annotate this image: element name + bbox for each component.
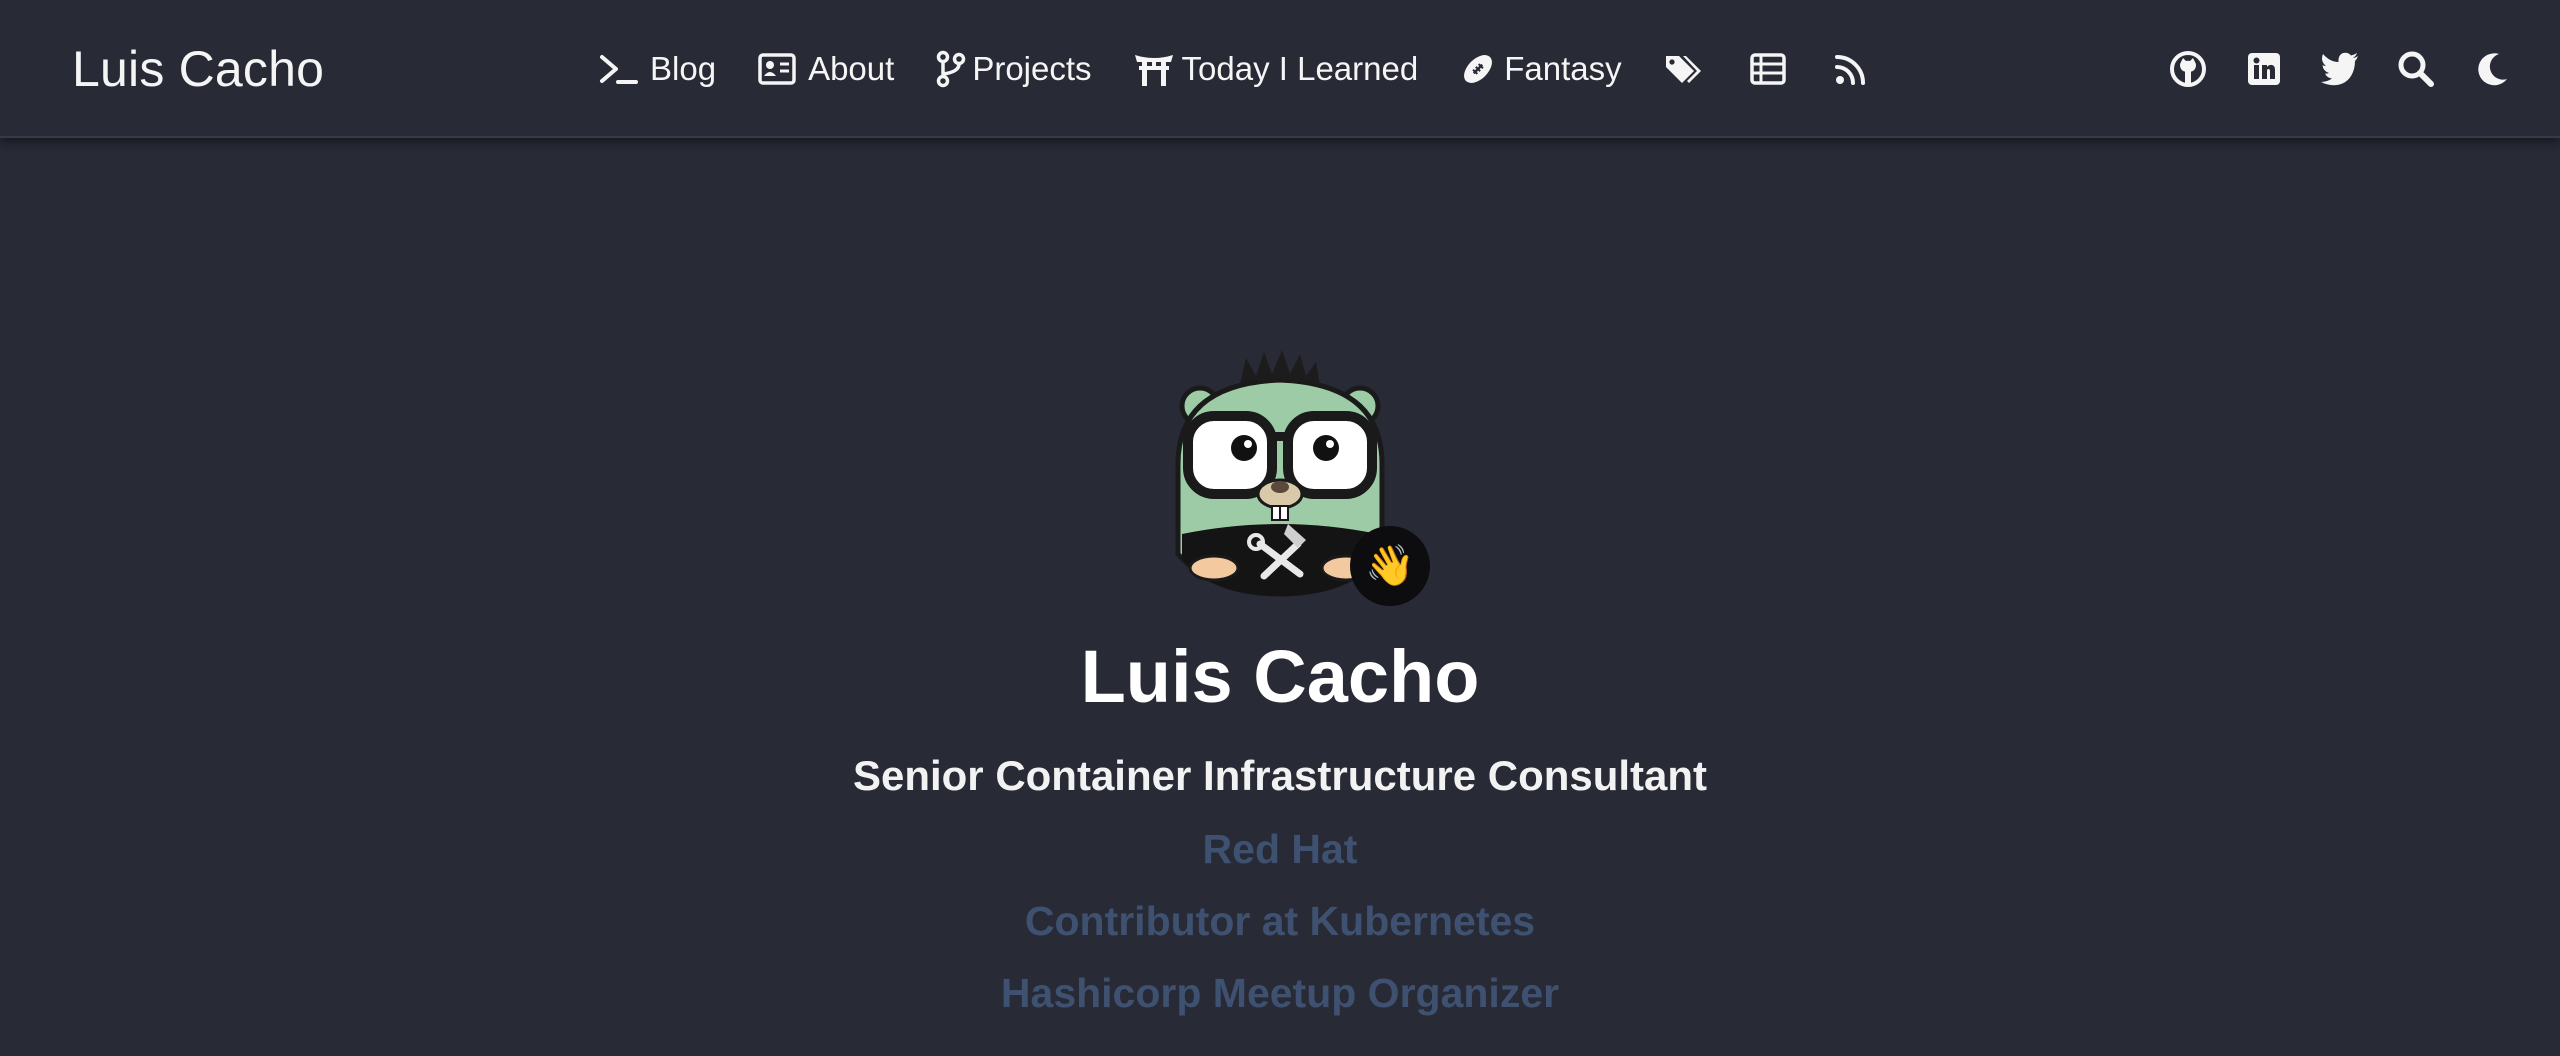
menu-item-label: Projects <box>972 50 1092 87</box>
menu-item-rss[interactable] <box>1834 34 1868 104</box>
profile-link-employer[interactable]: Red Hat <box>0 821 2560 877</box>
menu-item-today-i-learned[interactable]: Today I Learned <box>1134 34 1419 104</box>
menu-item-projects[interactable]: Projects <box>936 34 1092 104</box>
header-social-icons <box>2132 34 2512 104</box>
wave-emoji-badge: 👋 <box>1350 526 1430 606</box>
profile-section: 👋 Luis Cacho Senior Container Infrastruc… <box>0 138 2560 1056</box>
github-icon[interactable] <box>2168 49 2208 89</box>
profile-link-meetup[interactable]: Hashicorp Meetup Organizer <box>0 965 2560 1021</box>
moon-icon[interactable] <box>2472 49 2512 89</box>
menu-item-label: Today I Learned <box>1181 50 1419 87</box>
list-icon <box>1749 53 1786 85</box>
id-card-icon <box>758 53 796 85</box>
main-menu: Blog About Projects Today I Learned Fant… <box>598 34 1868 104</box>
twitter-icon[interactable] <box>2320 49 2360 89</box>
torii-gate-icon <box>1134 51 1174 87</box>
site-brand-link[interactable]: Luis Cacho <box>72 34 324 104</box>
avatar-container: 👋 <box>1148 344 1430 608</box>
menu-item-label: About <box>808 50 895 87</box>
linkedin-icon[interactable] <box>2244 49 2284 89</box>
terminal-icon <box>598 51 638 87</box>
profile-title: Senior Container Infrastructure Consulta… <box>852 752 1708 799</box>
tags-icon <box>1664 53 1702 85</box>
profile-name: Luis Cacho <box>1080 635 1480 718</box>
search-icon[interactable] <box>2396 49 2436 89</box>
menu-item-fantasy[interactable]: Fantasy <box>1460 34 1622 104</box>
menu-item-label: Fantasy <box>1504 50 1622 87</box>
menu-item-about[interactable]: About <box>758 34 894 104</box>
site-header: Luis Cacho Blog About Projects Today I L… <box>0 0 2560 138</box>
football-icon <box>1460 51 1496 87</box>
profile-link-contributor[interactable]: Contributor at Kubernetes <box>0 893 2560 949</box>
menu-item-label: Blog <box>650 50 717 87</box>
menu-item-tags[interactable] <box>1664 34 1702 104</box>
rss-icon <box>1834 52 1868 86</box>
menu-item-list[interactable] <box>1749 34 1786 104</box>
code-branch-icon <box>936 50 966 88</box>
menu-item-blog[interactable]: Blog <box>598 34 716 104</box>
